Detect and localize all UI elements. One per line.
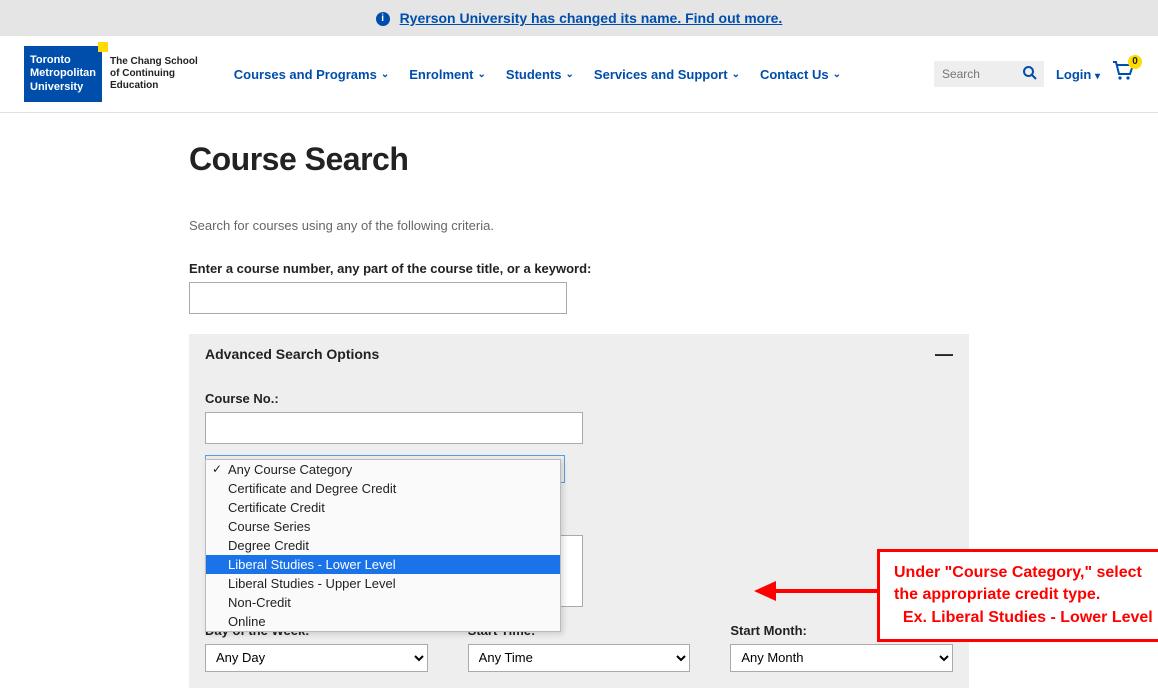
nav-enrolment[interactable]: Enrolment⌄ [409,67,486,82]
keyword-input[interactable] [189,282,567,314]
category-option-liberal-upper[interactable]: Liberal Studies - Upper Level [206,574,560,593]
minus-icon: — [935,344,953,365]
course-no-field: Course No.: [205,391,953,444]
chevron-down-icon: ⌄ [566,69,574,80]
main-nav: Courses and Programs⌄ Enrolment⌄ Student… [234,67,841,82]
login-link[interactable]: Login ▾ [1056,67,1100,82]
search-box [934,61,1044,87]
cart-button[interactable]: 0 [1112,61,1134,87]
course-no-input[interactable] [205,412,583,444]
category-option-noncredit[interactable]: Non-Credit [206,593,560,612]
chevron-down-icon: ⌄ [732,69,740,80]
keyword-field: Enter a course number, any part of the c… [189,261,969,314]
nav-services-support[interactable]: Services and Support⌄ [594,67,740,82]
category-dropdown-list: Any Course Category Certificate and Degr… [205,459,561,632]
advanced-title: Advanced Search Options [205,346,379,362]
logo-subtitle: The Chang School of Continuing Education [110,56,198,92]
chevron-down-icon: ⌄ [833,69,841,80]
category-option-any[interactable]: Any Course Category [206,460,560,479]
day-select[interactable]: Any Day [205,644,428,672]
keyword-label: Enter a course number, any part of the c… [189,261,969,276]
category-option-online[interactable]: Online [206,612,560,631]
category-option-degree[interactable]: Degree Credit [206,536,560,555]
logo-accent [98,42,108,52]
search-icon[interactable] [1022,65,1038,84]
advanced-header[interactable]: Advanced Search Options — [189,334,969,375]
site-logo[interactable]: Toronto Metropolitan University The Chan… [24,46,198,102]
category-option-cert-degree[interactable]: Certificate and Degree Credit [206,479,560,498]
course-no-label: Course No.: [205,391,953,406]
page-title: Course Search [189,141,969,178]
annotation-box: Under "Course Category," select the appr… [877,549,1158,642]
chevron-down-icon: ⌄ [478,69,486,80]
annotation-arrow [754,586,884,596]
start-time-select[interactable]: Any Time [468,644,691,672]
name-change-banner: i Ryerson University has changed its nam… [0,0,1158,36]
chevron-down-icon: ⌄ [381,69,389,80]
header-right: Login ▾ 0 [934,61,1134,87]
advanced-body: Course No.: Course Category: Any Course … [189,375,969,688]
banner-link[interactable]: Ryerson University has changed its name.… [400,10,783,26]
arrow-head-icon [754,581,776,601]
category-option-liberal-lower[interactable]: Liberal Studies - Lower Level [206,555,560,574]
site-header: Toronto Metropolitan University The Chan… [0,36,1158,113]
caret-down-icon: ▾ [1095,71,1100,82]
info-icon: i [376,12,390,26]
main-content: Course Search Search for courses using a… [189,113,969,688]
page-subtitle: Search for courses using any of the foll… [189,218,969,233]
nav-students[interactable]: Students⌄ [506,67,574,82]
category-option-series[interactable]: Course Series [206,517,560,536]
cart-count-badge: 0 [1128,55,1142,69]
advanced-search-panel: Advanced Search Options — Course No.: Co… [189,334,969,688]
category-option-cert[interactable]: Certificate Credit [206,498,560,517]
start-month-select[interactable]: Any Month [730,644,953,672]
nav-contact-us[interactable]: Contact Us⌄ [760,67,841,82]
nav-courses-programs[interactable]: Courses and Programs⌄ [234,67,389,82]
logo-mark: Toronto Metropolitan University [24,46,102,102]
